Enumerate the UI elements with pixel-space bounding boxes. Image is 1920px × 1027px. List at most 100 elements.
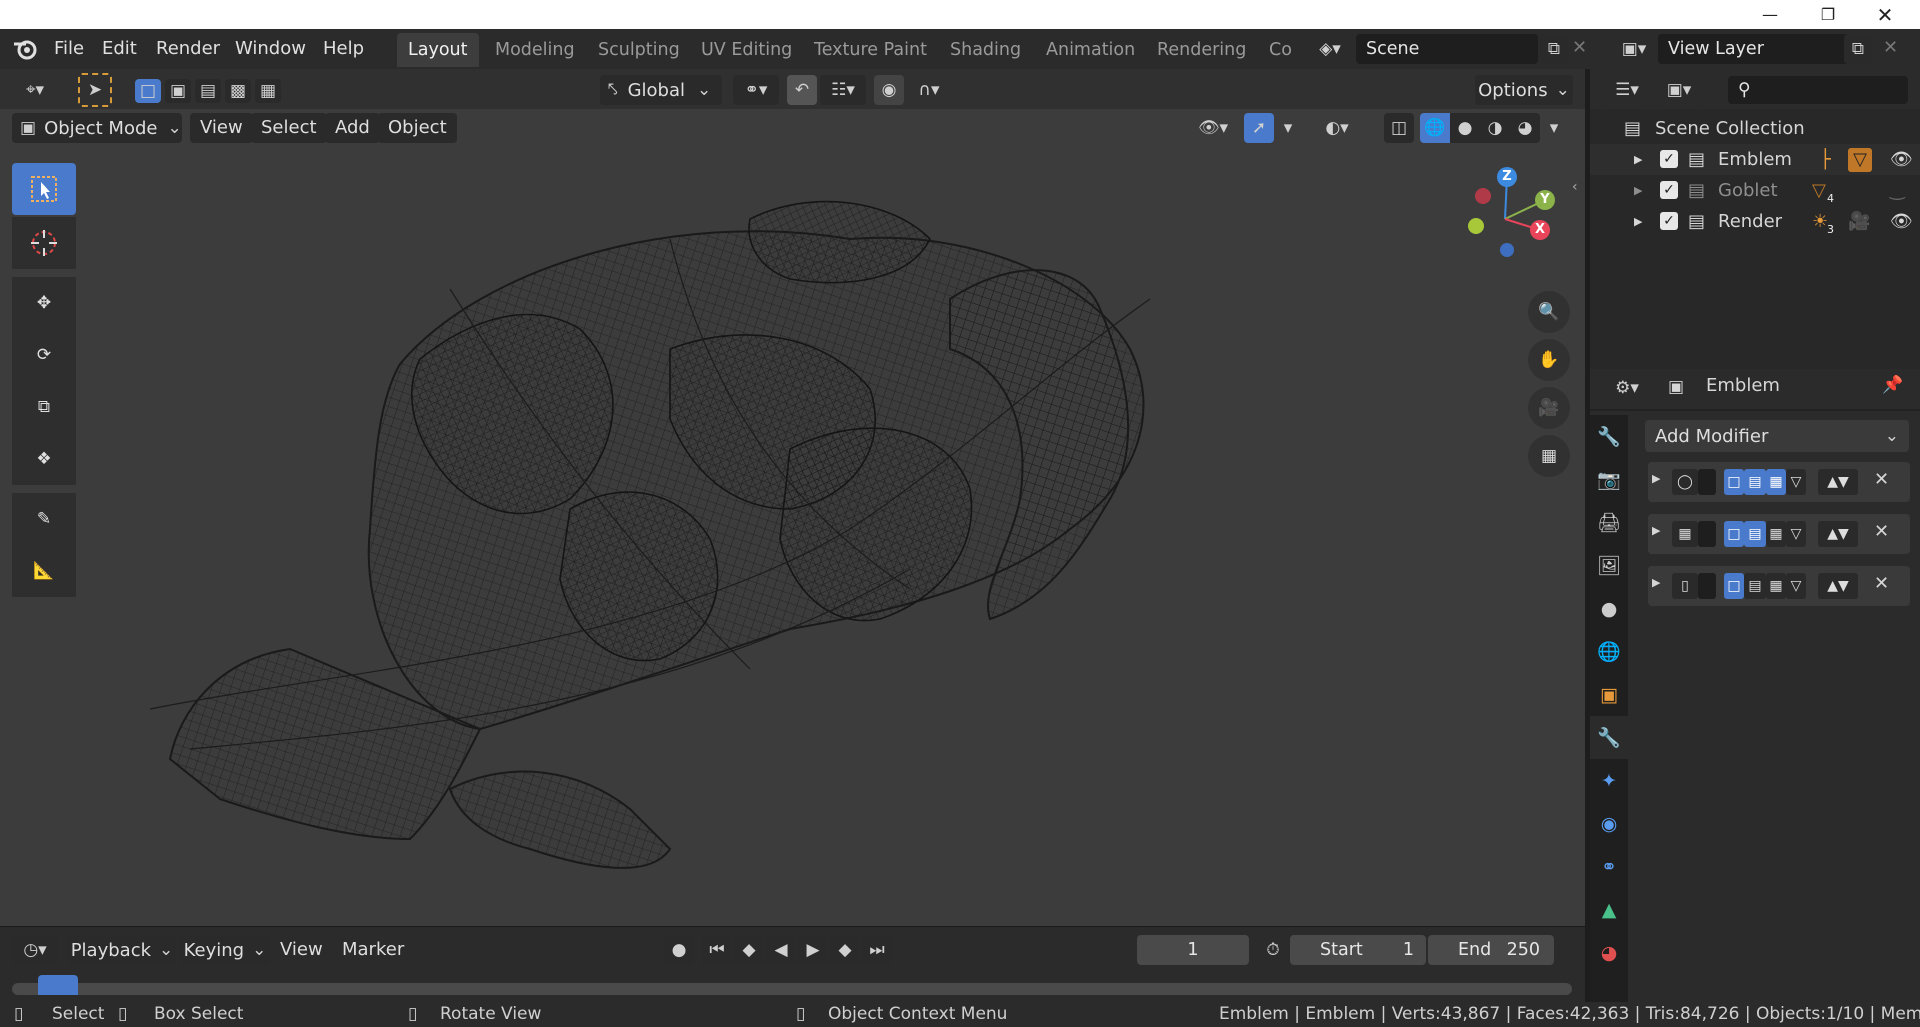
viewport-menu-object[interactable]: Object bbox=[378, 113, 457, 143]
menu-file[interactable]: File bbox=[44, 29, 94, 69]
outliner-row-emblem[interactable]: ▶ ✓ ▤ Emblem ├ ▽ 👁 bbox=[1590, 144, 1920, 175]
play-reverse-icon[interactable]: ◀ bbox=[766, 935, 796, 965]
expand-arrow-icon[interactable]: ▶ bbox=[1652, 524, 1660, 537]
scale-tool-icon[interactable]: ⧉ bbox=[12, 381, 76, 433]
proportional-edit-icon[interactable]: ◉ bbox=[874, 75, 904, 105]
tab-layout[interactable]: Layout bbox=[397, 33, 479, 67]
expand-arrow-icon[interactable]: ▶ bbox=[1652, 576, 1660, 589]
remove-modifier-icon[interactable]: ✕ bbox=[1874, 573, 1889, 594]
cage-icon[interactable]: ▽ bbox=[1786, 521, 1806, 547]
solid-shading-icon[interactable]: ● bbox=[1450, 113, 1480, 143]
keying-menu[interactable]: Keying ⌄ bbox=[180, 935, 270, 965]
modifier-row-2[interactable]: ▶ ▦ □ ▤ ▦ ▽ ▲▼ ✕ bbox=[1648, 514, 1910, 554]
display-mode-icon[interactable]: ▣▾ bbox=[1656, 75, 1702, 105]
stopwatch-icon[interactable]: ⏱ bbox=[1258, 935, 1288, 965]
data-tab-icon[interactable]: ▲ bbox=[1590, 888, 1628, 931]
outliner-search-input[interactable]: ⚲ bbox=[1728, 76, 1908, 104]
edit-mode-icon[interactable]: □ bbox=[1724, 469, 1744, 495]
snap-toggle-icon[interactable]: ↶ bbox=[787, 75, 817, 105]
transform-orientation-dropdown[interactable]: ⤣ Global ⌄ bbox=[600, 75, 722, 105]
render-display-icon[interactable]: ▦ bbox=[1766, 573, 1786, 599]
falloff-icon[interactable]: ∩▾ bbox=[906, 75, 952, 105]
cage-icon[interactable]: ▽ bbox=[1786, 573, 1806, 599]
scene-name-field[interactable]: Scene bbox=[1356, 34, 1538, 64]
exclude-checkbox[interactable]: ✓ bbox=[1660, 150, 1678, 168]
physics-tab-icon[interactable]: ◉ bbox=[1590, 802, 1628, 845]
gizmo-toggle-icon[interactable]: ➚ bbox=[1244, 113, 1274, 143]
minimize-icon[interactable]: — bbox=[1747, 0, 1793, 29]
constraints-tab-icon[interactable]: ⚭ bbox=[1590, 845, 1628, 888]
tab-rendering[interactable]: Rendering bbox=[1146, 33, 1257, 67]
material-tab-icon[interactable]: ◕ bbox=[1590, 931, 1628, 974]
jump-end-icon[interactable]: ⏭ bbox=[862, 935, 892, 965]
sidebar-toggle-icon[interactable]: ‹ bbox=[1572, 179, 1578, 195]
edit-mode-icon[interactable]: □ bbox=[1724, 573, 1744, 599]
play-icon[interactable]: ▶ bbox=[798, 935, 828, 965]
mode-invert-icon[interactable]: ▩ bbox=[225, 79, 251, 103]
new-view-layer-icon[interactable]: ⧉ bbox=[1844, 34, 1872, 64]
add-modifier-dropdown[interactable]: Add Modifier ⌄ bbox=[1645, 420, 1909, 452]
tab-animation[interactable]: Animation bbox=[1035, 33, 1146, 67]
ortho-grid-icon[interactable]: ▦ bbox=[1528, 435, 1570, 477]
viewport-menu-add[interactable]: Add bbox=[325, 113, 380, 143]
tool-settings-tab-icon[interactable]: 🔧 bbox=[1590, 415, 1628, 458]
xray-icon[interactable]: ◫ bbox=[1384, 113, 1414, 143]
outliner-row-goblet[interactable]: ▶ ✓ ▤ Goblet ▽ 4 ‿ bbox=[1590, 175, 1920, 206]
select-tool-icon[interactable]: ➤ bbox=[78, 73, 112, 107]
tab-texture-paint[interactable]: Texture Paint bbox=[803, 33, 938, 67]
prev-keyframe-icon[interactable]: ◆ bbox=[734, 935, 764, 965]
cursor-tool-icon[interactable] bbox=[12, 217, 76, 269]
exclude-checkbox[interactable]: ✓ bbox=[1660, 212, 1678, 230]
modifier-name-field[interactable] bbox=[1698, 469, 1716, 495]
measure-tool-icon[interactable]: 📐 bbox=[12, 545, 76, 597]
viewport-display-icon[interactable]: ▤ bbox=[1744, 573, 1766, 599]
expand-arrow-icon[interactable]: ▶ bbox=[1634, 144, 1642, 175]
object-mode-dropdown[interactable]: ▣ Object Mode ⌄ bbox=[12, 113, 182, 143]
render-display-icon[interactable]: ▦ bbox=[1766, 469, 1786, 495]
tab-sculpting[interactable]: Sculpting bbox=[587, 33, 691, 67]
properties-editor-type-icon[interactable]: ⚙▾ bbox=[1604, 373, 1650, 403]
menu-render[interactable]: Render bbox=[146, 29, 230, 69]
visibility-icon[interactable]: 👁▾ bbox=[1190, 113, 1236, 143]
timeline-menu-view[interactable]: View bbox=[280, 935, 323, 965]
playback-menu[interactable]: Playback ⌄ bbox=[68, 935, 176, 965]
pivot-point-icon[interactable]: ⚭▾ bbox=[733, 75, 779, 105]
mode-subtract-icon[interactable]: ▤ bbox=[195, 79, 221, 103]
blender-logo-icon[interactable] bbox=[12, 38, 40, 60]
timeline-scrollbar[interactable] bbox=[12, 983, 1572, 995]
rotate-tool-icon[interactable]: ⟳ bbox=[12, 329, 76, 381]
jump-start-icon[interactable]: ⏮ bbox=[702, 935, 732, 965]
options-dropdown[interactable]: Options ⌄ bbox=[1475, 75, 1573, 105]
outliner-row-scene-collection[interactable]: ▤ Scene Collection bbox=[1590, 113, 1920, 144]
tab-compositing[interactable]: Co bbox=[1258, 33, 1298, 67]
new-scene-icon[interactable]: ⧉ bbox=[1540, 34, 1568, 64]
move-tool-icon[interactable]: ✥ bbox=[12, 277, 76, 329]
render-tab-icon[interactable]: 📷 bbox=[1590, 458, 1628, 501]
move-up-down-icon[interactable]: ▲▼ bbox=[1818, 469, 1858, 495]
viewport-display-icon[interactable]: ▤ bbox=[1744, 469, 1766, 495]
playhead-marker[interactable] bbox=[38, 975, 78, 995]
object-tab-icon[interactable]: ▣ bbox=[1590, 673, 1628, 716]
pan-hand-icon[interactable]: ✋ bbox=[1528, 339, 1570, 381]
scene-selector-icon[interactable]: ◈▾ bbox=[1308, 34, 1352, 64]
close-icon[interactable]: ✕ bbox=[1862, 0, 1908, 29]
gizmo-dropdown-icon[interactable]: ▾ bbox=[1276, 113, 1300, 143]
3d-viewport[interactable]: ⌖▾ ➤ □ ▣ ▤ ▩ ▦ ⤣ Global ⌄ ⚭▾ ↶ ☷▾ ◉ ∩▾ O… bbox=[0, 69, 1585, 926]
modifier-row-1[interactable]: ▶ ◯ □ ▤ ▦ ▽ ▲▼ ✕ bbox=[1648, 462, 1910, 502]
annotate-tool-icon[interactable]: ✎ bbox=[12, 493, 76, 545]
transform-tool-icon[interactable]: ❖ bbox=[12, 433, 76, 485]
zoom-icon[interactable]: 🔍 bbox=[1528, 291, 1570, 333]
render-display-icon[interactable]: ▦ bbox=[1766, 521, 1786, 547]
view-layer-tab-icon[interactable]: 🖼 bbox=[1590, 544, 1628, 587]
eye-icon[interactable]: 👁 bbox=[1890, 144, 1913, 175]
viewport-menu-select[interactable]: Select bbox=[251, 113, 327, 143]
pin-icon[interactable]: 📌 bbox=[1882, 375, 1903, 395]
eye-closed-icon[interactable]: ‿ bbox=[1890, 175, 1904, 206]
snap-target-icon[interactable]: ☷▾ bbox=[820, 75, 866, 105]
remove-modifier-icon[interactable]: ✕ bbox=[1874, 469, 1889, 490]
outliner-row-render[interactable]: ▶ ✓ ▤ Render ☀ 3 🎥 👁 bbox=[1590, 206, 1920, 237]
modifier-name-field[interactable] bbox=[1698, 521, 1716, 547]
tab-modeling[interactable]: Modeling bbox=[484, 33, 586, 67]
output-tab-icon[interactable]: 🖨 bbox=[1590, 501, 1628, 544]
scene-tab-icon[interactable]: ● bbox=[1590, 587, 1628, 630]
